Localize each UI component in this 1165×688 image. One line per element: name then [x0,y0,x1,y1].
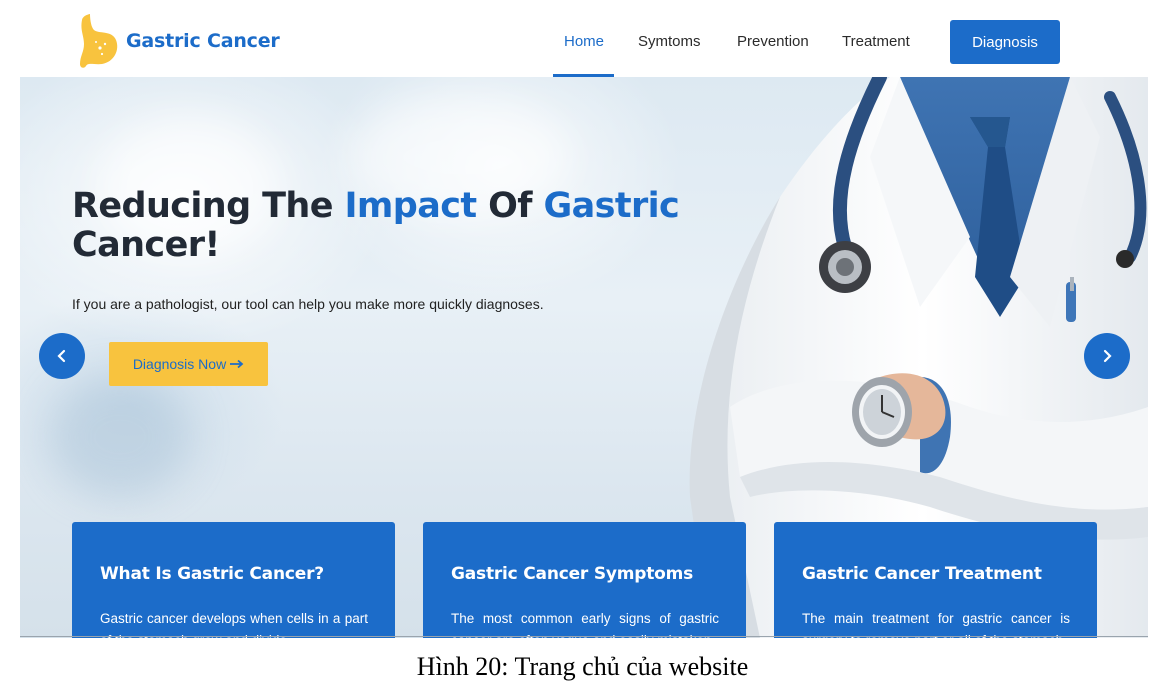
hero-title-highlight: Impact [344,186,477,226]
card-text: The main treatment for gastric cancer is… [802,611,1070,638]
navbar: Gastric Cancer Home Symtoms Prevention T… [20,0,1148,77]
diagnosis-now-label: Diagnosis Now [132,356,227,372]
card-title: What Is Gastric Cancer? [100,564,324,584]
card-title: Gastric Cancer Treatment [802,564,1042,584]
hero-title-highlight: Gastric [543,186,680,226]
nav-item-treatment[interactable]: Treatment [842,33,910,50]
stomach-icon [80,14,118,68]
info-card-treatment[interactable]: Gastric Cancer Treatment The main treatm… [774,522,1097,638]
nav-item-home[interactable]: Home [564,33,604,50]
chevron-right-icon [1103,349,1112,363]
arrow-right-icon [230,359,244,369]
hero-title-part: Reducing The [72,186,345,226]
logo[interactable]: Gastric Cancer [78,12,280,70]
hero-title-part: Cancer! [72,225,220,265]
diagnosis-now-button[interactable]: Diagnosis Now [109,342,268,386]
hero-title-part: Of [476,186,544,226]
diagnosis-button[interactable]: Diagnosis [950,20,1060,64]
info-card-what-is[interactable]: What Is Gastric Cancer? Gastric cancer d… [72,522,395,638]
nav-item-symptoms[interactable]: Symtoms [638,33,701,50]
card-text: Gastric cancer develops when cells in a … [100,611,368,638]
nav-item-prevention[interactable]: Prevention [737,33,809,50]
chevron-left-icon [57,349,66,363]
hero-slider: Reducing The Impact Of Gastric Cancer! If… [20,77,1148,638]
info-card-symptoms[interactable]: Gastric Cancer Symptoms The most common … [423,522,746,638]
card-text: The most common early signs of gastric c… [451,611,719,638]
website-frame: Gastric Cancer Home Symtoms Prevention T… [20,0,1148,638]
bokeh-dark [50,377,190,497]
slider-next-button[interactable] [1084,333,1130,379]
brand-name: Gastric Cancer [126,30,280,52]
figure-caption: Hình 20: Trang chủ của website [416,652,749,681]
slider-prev-button[interactable] [39,333,85,379]
card-title: Gastric Cancer Symptoms [451,564,694,584]
screenshot-border [20,636,1148,637]
hero-title: Reducing The Impact Of Gastric Cancer! [72,187,692,265]
hero-subtitle: If you are a pathologist, our tool can h… [72,296,544,312]
